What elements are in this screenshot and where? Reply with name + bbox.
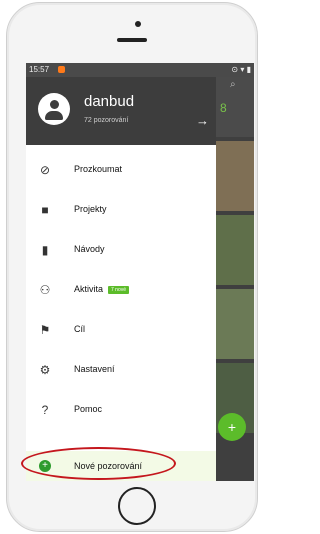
status-icons: ⊙ ▾ ▮ xyxy=(231,65,251,74)
observation-count: 72 pozorování xyxy=(84,117,129,124)
people-icon: ⚇ xyxy=(39,283,51,297)
add-fab-button[interactable]: + xyxy=(218,413,246,441)
menu-item-prozkoumat[interactable]: ⊘ Prozkoumat xyxy=(26,150,216,190)
menu-item-navody[interactable]: ▮ Návody xyxy=(26,230,216,270)
flag-icon: ⚑ xyxy=(39,323,51,337)
highlight-ellipse xyxy=(21,447,176,480)
menu-item-nastaveni[interactable]: ⚙ Nastavení xyxy=(26,350,216,390)
speaker xyxy=(117,38,147,42)
menu-item-pomoc[interactable]: ? Pomoc xyxy=(26,390,216,430)
gear-icon: ⚙ xyxy=(39,363,51,377)
notification-icon xyxy=(58,66,65,73)
menu-item-label: Prozkoumat xyxy=(74,164,123,174)
drawer-header[interactable]: danbud 72 pozorování → xyxy=(26,77,216,145)
background-header: 8 ⌕ xyxy=(216,77,254,137)
book-icon: ▮ xyxy=(41,243,49,257)
menu-item-label: Projekty xyxy=(74,204,107,214)
status-bar: 15:57 ⊙ ▾ ▮ xyxy=(26,63,254,77)
menu-item-cil[interactable]: ⚑ Cíl xyxy=(26,310,216,350)
home-button[interactable] xyxy=(118,487,156,525)
avatar[interactable] xyxy=(38,93,70,125)
menu-item-aktivita[interactable]: ⚇ Aktivita 7 nové xyxy=(26,270,216,310)
camera xyxy=(135,21,141,27)
menu-item-text: Aktivita xyxy=(74,284,104,294)
menu-item-label: Pomoc xyxy=(74,404,103,414)
background-photo xyxy=(216,141,254,211)
new-badge: 7 nové xyxy=(108,286,130,294)
briefcase-icon: ■ xyxy=(41,203,49,217)
background-photo xyxy=(216,215,254,285)
background-count: 8 xyxy=(220,101,227,115)
help-icon: ? xyxy=(41,403,49,417)
navigation-drawer: danbud 72 pozorování → ⊘ Prozkoumat ■ Pr… xyxy=(26,77,216,481)
menu-item-projekty[interactable]: ■ Projekty xyxy=(26,190,216,230)
menu-item-label: Návody xyxy=(74,244,105,254)
search-icon: ⌕ xyxy=(230,79,236,90)
avatar-body xyxy=(45,111,63,120)
background-photo xyxy=(216,289,254,359)
status-time: 15:57 xyxy=(29,65,50,74)
compass-icon: ⊘ xyxy=(39,163,51,177)
username: danbud xyxy=(84,93,135,110)
screen: 15:57 ⊙ ▾ ▮ 8 ⌕ + danbud 72 pozorování → xyxy=(26,63,254,481)
menu-item-label: Aktivita 7 nové xyxy=(74,284,130,295)
menu-item-label: Nastavení xyxy=(74,364,115,374)
menu-item-label: Cíl xyxy=(74,324,85,334)
avatar-head xyxy=(50,100,59,109)
drawer-menu: ⊘ Prozkoumat ■ Projekty ▮ Návody ⚇ Aktiv… xyxy=(26,150,216,430)
arrow-right-icon[interactable]: → xyxy=(196,113,209,128)
